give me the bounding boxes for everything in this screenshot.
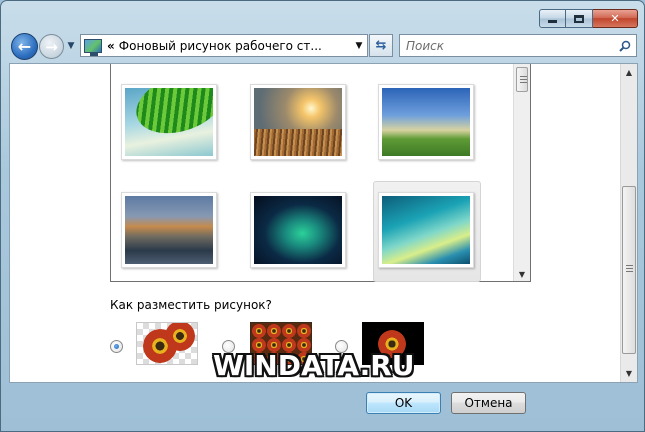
forward-button[interactable]: → [39,34,64,59]
address-dropdown-icon[interactable]: ▼ [351,41,367,51]
cancel-button[interactable]: Отмена [451,392,526,414]
wallpaper-thumb-sunset[interactable] [250,84,346,160]
search-icon[interactable] [614,40,636,52]
wallpaper-thumb-aurora[interactable] [250,192,346,268]
radio-fit[interactable] [110,340,123,353]
grip-line [520,82,527,83]
positioning-label: Как разместить рисунок? [110,298,272,312]
flower-image [297,324,311,338]
ok-button[interactable]: OK [366,392,441,414]
window-frame: ✕ ← → ▼ « Фоновый рисунок рабочего ст...… [0,0,645,432]
refresh-icon: ⇆ [375,38,387,53]
green-hills-wallpaper [382,88,470,156]
content-scroll-thumb[interactable] [622,186,636,354]
watermark: WINDATA.RU [213,349,415,382]
address-bar[interactable]: « Фоновый рисунок рабочего ст... ▼ [80,34,368,57]
flower-image [282,324,296,338]
back-arrow-icon: ← [17,37,32,56]
sunset-field-wallpaper [254,88,342,156]
caption-buttons: ✕ [539,9,638,28]
scroll-down-arrow-icon[interactable]: ▼ [621,365,637,382]
search-box[interactable]: Поиск [399,34,637,57]
grip-line [626,271,633,272]
desktop-monitor-icon [84,38,102,56]
vista-wallpaper [382,196,470,264]
chevron-down-icon: ▼ [67,41,75,51]
scroll-up-arrow-icon[interactable]: ▲ [621,64,637,81]
address-text: Фоновый рисунок рабочего ст... [118,38,322,53]
wallpaper-thumb-vista[interactable] [378,192,474,268]
content-pane: ▼ Как разместить рисунок? WINDATA.RU ▲ ▼ [9,63,638,383]
palm-leaf-wallpaper [125,88,213,156]
maximize-icon [574,14,584,23]
wallpaper-thumb-rock[interactable] [121,192,217,268]
grip-line [626,265,633,266]
rocky-lake-wallpaper [125,196,213,264]
minimize-button[interactable] [539,9,566,28]
flower-image [267,324,281,338]
forward-arrow-icon: → [45,37,58,56]
wallpaper-list-scroll-thumb[interactable] [516,67,528,92]
wallpaper-thumb-hills[interactable] [378,84,474,160]
refresh-button[interactable]: ⇆ [369,34,393,57]
back-button[interactable]: ← [11,33,38,60]
close-icon: ✕ [610,12,620,25]
wallpaper-list-scrollbar[interactable]: ▼ [513,64,530,281]
recent-pages-dropdown[interactable]: ▼ [66,41,76,51]
wallpaper-thumb-palm[interactable] [121,84,217,160]
flower-image [165,323,195,351]
scroll-down-arrow-icon[interactable]: ▼ [514,270,530,279]
grip-line [626,268,633,269]
content-scrollbar[interactable]: ▲ ▼ [620,64,637,382]
maximize-button[interactable] [566,9,593,28]
address-overflow-chevron[interactable]: « [107,39,115,53]
position-fit-preview[interactable] [136,322,198,365]
minimize-icon [548,20,557,23]
flower-image [252,324,266,338]
grip-line [520,76,527,77]
aurora-wallpaper [254,196,342,264]
search-input[interactable]: Поиск [406,39,614,53]
wallpaper-list[interactable]: ▼ [110,64,531,282]
grip-line [520,79,527,80]
close-button[interactable]: ✕ [593,9,638,28]
